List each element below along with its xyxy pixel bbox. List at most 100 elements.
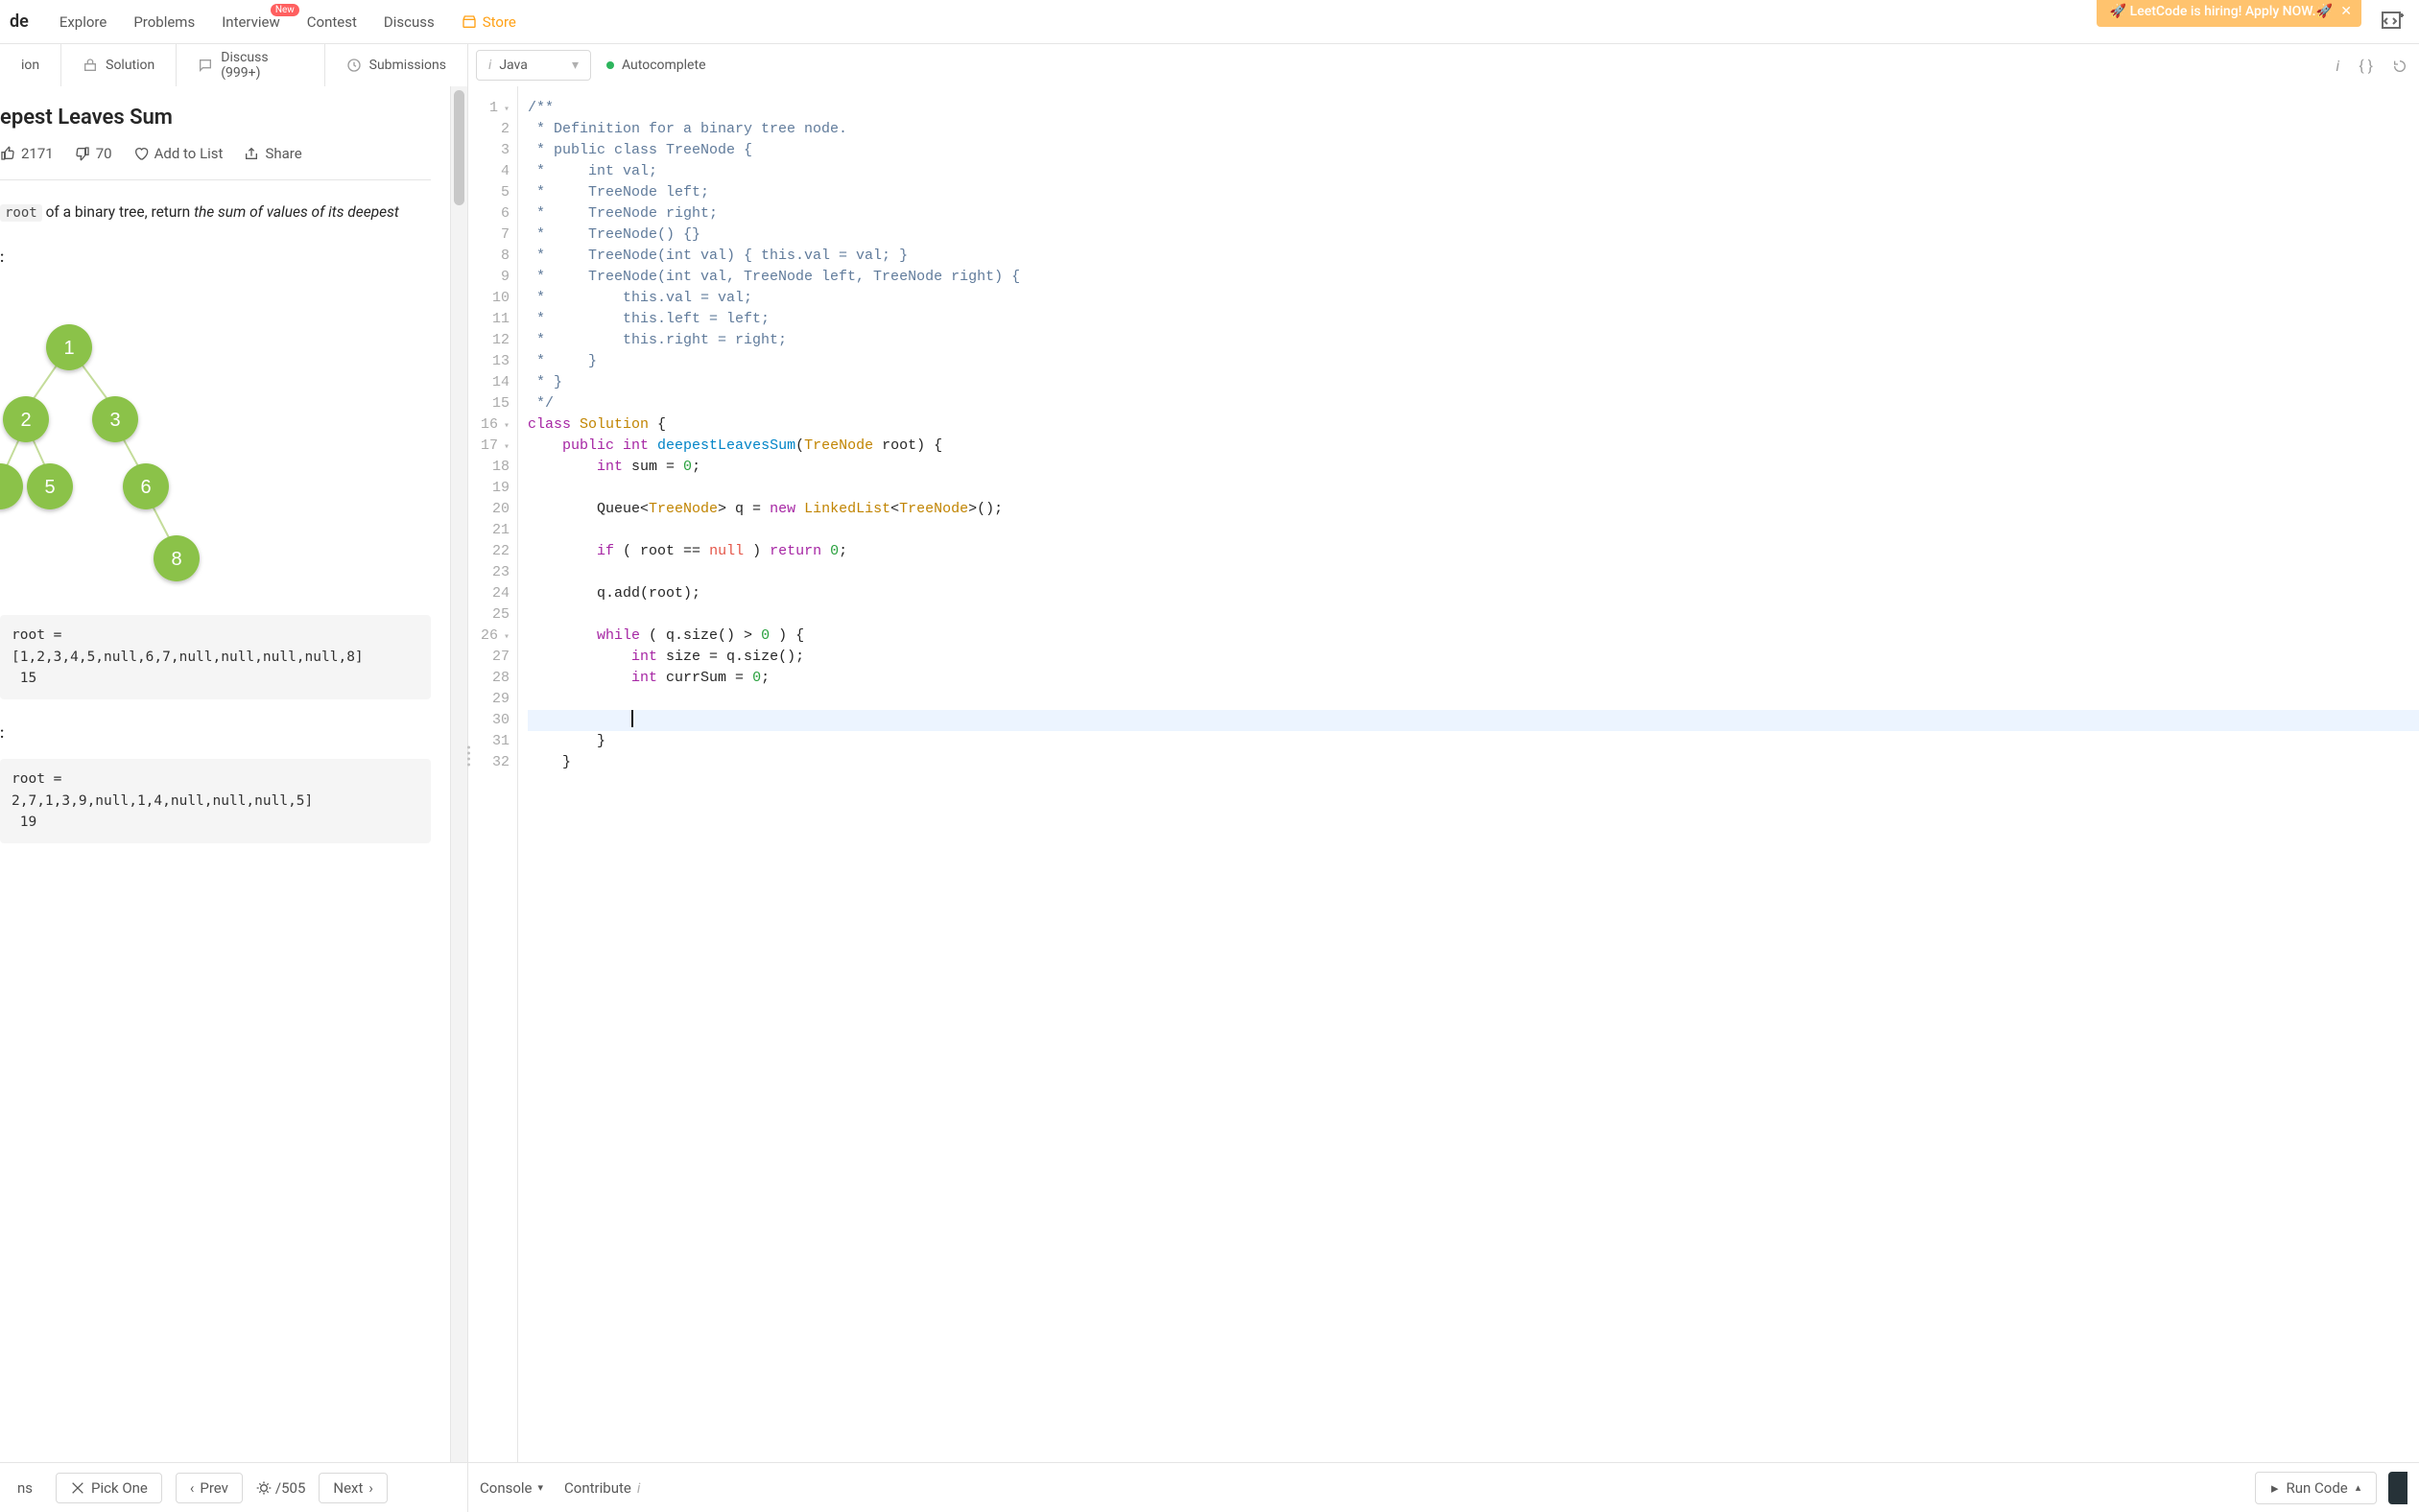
code-line[interactable]: * TreeNode(int val, TreeNode left, TreeN… [528,267,2419,288]
code-line[interactable]: q.add(root); [528,583,2419,604]
share-label: Share [265,145,301,162]
store-icon [462,14,477,30]
code-line[interactable]: * } [528,372,2419,393]
share-icon [244,146,259,161]
nav-contest[interactable]: Contest [294,13,370,31]
tab-discuss[interactable]: Discuss (999+) [177,44,324,86]
nav-store[interactable]: Store [448,13,530,31]
code-line[interactable] [528,604,2419,626]
run-code-label: Run Code [2286,1479,2347,1497]
svg-text:2: 2 [20,410,31,431]
tab-submissions[interactable]: Submissions [325,44,467,86]
code-line[interactable]: int size = q.size(); [528,647,2419,668]
code-line[interactable] [528,562,2419,583]
code-line[interactable]: /** [528,98,2419,119]
brand-logo[interactable]: de [10,12,29,32]
add-to-list-label: Add to List [154,145,224,162]
pick-one-button[interactable]: Pick One [56,1473,162,1503]
language-select[interactable]: i Java ▾ [476,50,591,81]
tab-description[interactable]: ion [0,44,61,86]
nav-problems[interactable]: Problems [120,13,208,31]
next-button[interactable]: Next › [319,1473,388,1503]
editor-info-icon[interactable]: i [2336,57,2339,75]
code-line[interactable]: if ( root == null ) return 0; [528,541,2419,562]
code-line[interactable]: } [528,731,2419,752]
console-label: Console [480,1479,533,1497]
code-line[interactable]: * public class TreeNode { [528,140,2419,161]
example2-block: root = 2,7,1,3,9,null,1,4,null,null,null… [0,759,431,842]
nav-explore[interactable]: Explore [46,13,121,31]
heart-icon [133,146,149,161]
code-line[interactable]: * this.val = val; [528,288,2419,309]
close-icon[interactable]: ✕ [2340,4,2352,19]
run-code-button[interactable]: ▸ Run Code ▴ [2255,1472,2377,1504]
next-label: Next [333,1479,363,1497]
chevron-down-icon: ▾ [538,1481,544,1494]
tab-submissions-label: Submissions [369,58,446,73]
code-line[interactable]: */ [528,393,2419,414]
svg-text:3: 3 [109,410,120,431]
chevron-right-icon: › [368,1479,373,1497]
nav-discuss[interactable]: Discuss [370,13,448,31]
example2-label: : [0,722,431,744]
editor-reset-icon[interactable] [2392,57,2407,75]
chevron-left-icon: ‹ [190,1479,195,1497]
code-editor[interactable]: 1234567891011121314151617181920212223242… [468,86,2419,1462]
info-icon: i [637,1479,641,1497]
code-line[interactable]: * } [528,351,2419,372]
code-line[interactable] [528,478,2419,499]
tab-solution[interactable]: Solution [61,44,177,86]
lock-icon [83,58,98,74]
editor-braces-icon[interactable]: { } [2359,57,2373,75]
problem-body: root of a binary tree, return the sum of… [0,180,431,843]
code-line[interactable]: int sum = 0; [528,457,2419,478]
code-line[interactable]: while ( q.size() > 0 ) { [528,626,2419,647]
code-line[interactable] [528,520,2419,541]
code-line[interactable]: * this.left = left; [528,309,2419,330]
prev-label: Prev [200,1479,228,1497]
console-button[interactable]: Console ▾ [480,1479,543,1497]
play-icon: ▸ [2271,1479,2279,1497]
code-line[interactable]: * TreeNode right; [528,203,2419,224]
contribute-button[interactable]: Contribute i [564,1479,640,1497]
code-line[interactable]: * int val; [528,161,2419,182]
nav-interview[interactable]: Interview New [208,13,294,31]
code-line[interactable]: class Solution { [528,414,2419,436]
dislike-button[interactable]: 70 [75,145,112,162]
code-line[interactable]: public int deepestLeavesSum(TreeNode roo… [528,436,2419,457]
prev-button[interactable]: ‹ Prev [176,1473,243,1503]
add-to-list-button[interactable]: Add to List [133,145,224,162]
like-button[interactable]: 2171 [0,145,54,162]
submit-button[interactable] [2388,1472,2407,1504]
info-icon: i [488,58,491,73]
code-line[interactable]: * TreeNode() {} [528,224,2419,246]
code-line[interactable]: * Definition for a binary tree node. [528,119,2419,140]
sub-bar: ion Solution Discuss (999+) Submissions … [0,44,2419,86]
autocomplete-indicator[interactable]: Autocomplete [606,58,706,73]
left-scrollbar[interactable] [450,86,467,1462]
code-line[interactable]: } [528,752,2419,773]
hiring-banner[interactable]: 🚀 LeetCode is hiring! Apply NOW.🚀 ✕ [2097,0,2361,27]
split-drag-handle[interactable] [463,741,473,772]
code-line[interactable]: int currSum = 0; [528,668,2419,689]
pick-one-label: Pick One [91,1479,148,1497]
problems-button[interactable]: ns [8,1479,42,1497]
thumbs-up-icon [0,146,15,161]
playground-icon[interactable] [2381,10,2404,33]
code-line[interactable] [528,689,2419,710]
editor-code-area[interactable]: /** * Definition for a binary tree node.… [518,86,2419,1462]
code-line[interactable]: * this.right = right; [528,330,2419,351]
bottom-bar: ns Pick One ‹ Prev /505 Next › Console ▾… [0,1462,2419,1512]
code-line[interactable]: Queue<TreeNode> q = new LinkedList<TreeN… [528,499,2419,520]
code-line[interactable]: * TreeNode left; [528,182,2419,203]
body-mid: of a binary tree, return [46,203,195,221]
code-line[interactable] [528,710,2419,731]
share-button[interactable]: Share [244,145,301,162]
svg-text:8: 8 [171,549,181,570]
code-line[interactable]: * TreeNode(int val) { this.val = val; } [528,246,2419,267]
problem-title: epest Leaves Sum [0,106,431,130]
tree-diagram: 1 2 3 5 6 8 [0,309,213,587]
tab-solution-label: Solution [106,58,154,73]
svg-text:6: 6 [140,477,151,498]
scrollbar-thumb[interactable] [454,90,464,205]
